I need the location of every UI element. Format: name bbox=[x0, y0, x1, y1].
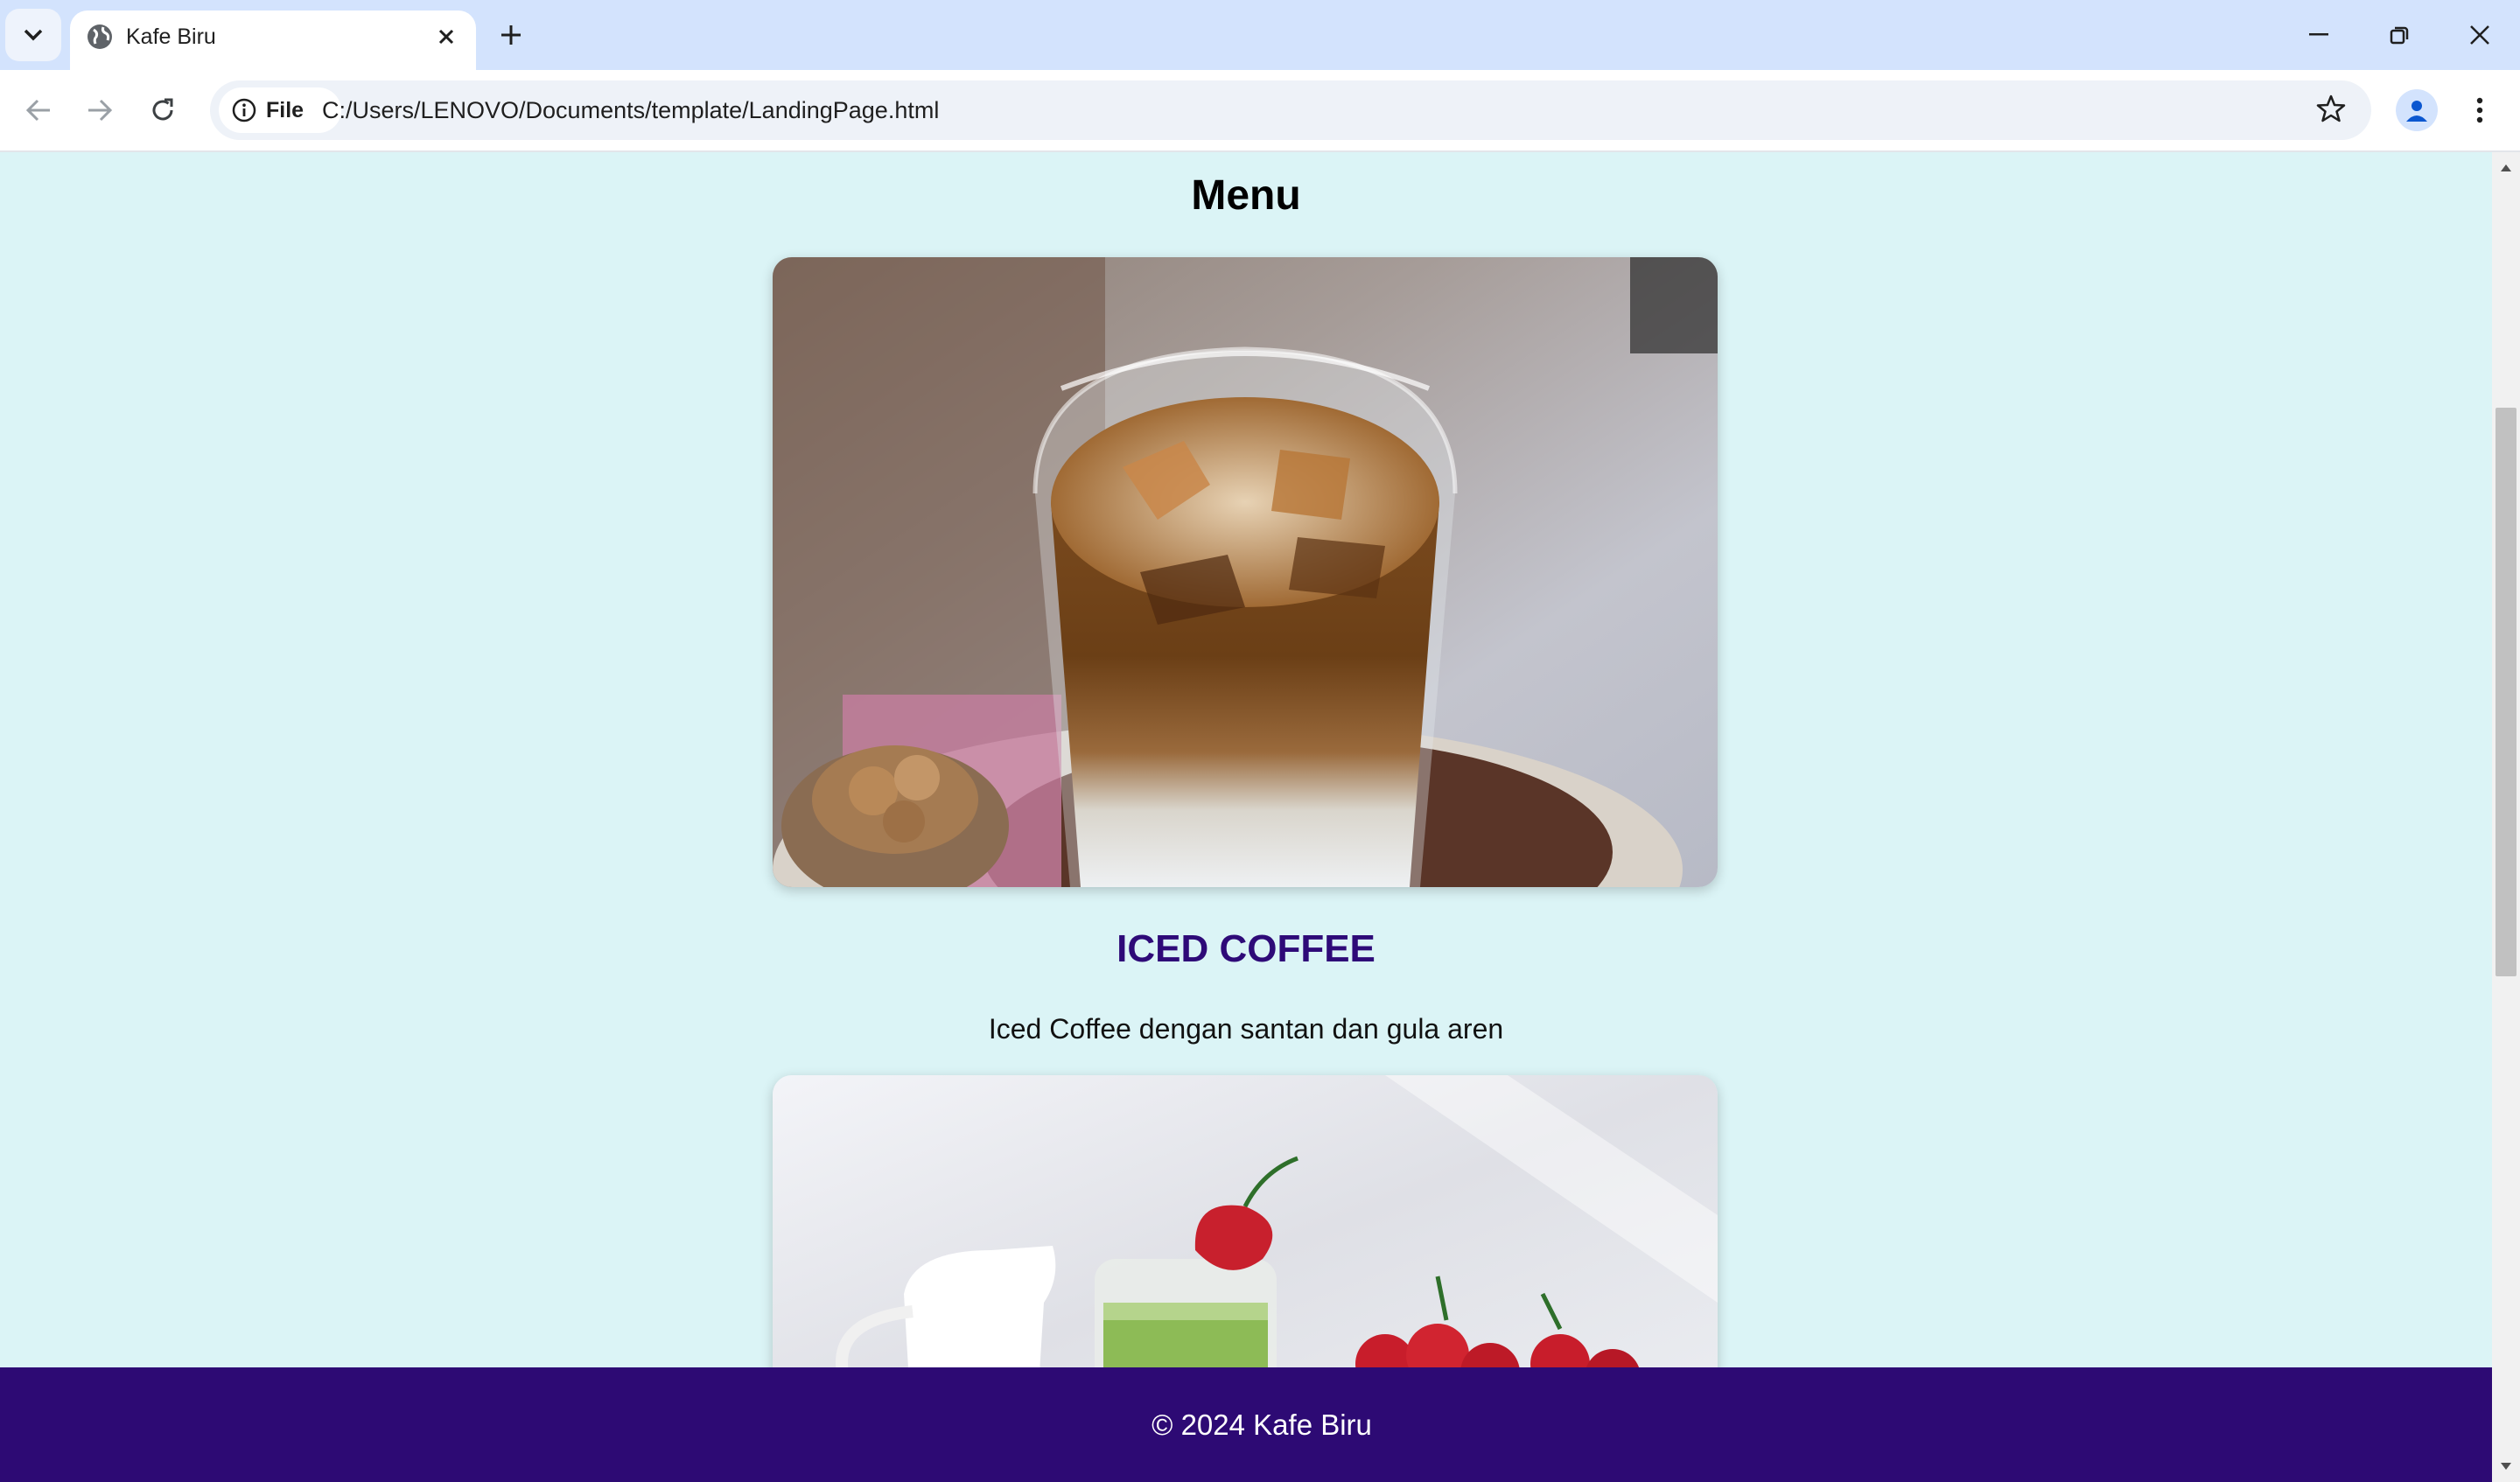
more-vertical-icon bbox=[2476, 97, 2483, 123]
restore-icon bbox=[2390, 26, 2409, 45]
plus-icon bbox=[501, 25, 521, 45]
reload-icon bbox=[152, 98, 173, 121]
reload-button[interactable] bbox=[142, 89, 184, 131]
close-window-button[interactable] bbox=[2454, 12, 2506, 58]
tab-title: Kafe Biru bbox=[126, 24, 216, 49]
close-tab-button[interactable] bbox=[430, 21, 462, 52]
tab-search-button[interactable] bbox=[5, 9, 61, 61]
footer-copyright: © 2024 Kafe Biru bbox=[1152, 1408, 1372, 1441]
browser-toolbar: File C:/Users/LENOVO/Documents/template/… bbox=[0, 70, 2520, 152]
page-viewport: Menu ICED COFFEE Iced Coffee dengan sant… bbox=[0, 152, 2492, 1482]
browser-menu-button[interactable] bbox=[2462, 89, 2497, 131]
star-icon bbox=[2316, 94, 2346, 122]
arrow-right-icon bbox=[88, 99, 113, 122]
page-scrollbar[interactable] bbox=[2492, 152, 2520, 1482]
chevron-down-icon bbox=[24, 29, 43, 41]
forward-button[interactable] bbox=[79, 89, 121, 131]
close-icon bbox=[438, 29, 454, 45]
avatar-icon bbox=[2406, 101, 2427, 122]
url-text[interactable]: C:/Users/LENOVO/Documents/template/Landi… bbox=[322, 96, 939, 124]
scroll-down-arrow-icon[interactable] bbox=[2499, 1459, 2513, 1473]
scroll-up-arrow-icon[interactable] bbox=[2499, 161, 2513, 175]
item-description-iced-coffee: Iced Coffee dengan santan dan gula aren bbox=[988, 1013, 1504, 1045]
close-icon bbox=[2470, 25, 2489, 45]
globe-icon bbox=[88, 24, 112, 49]
new-tab-button[interactable] bbox=[494, 17, 528, 52]
iced-coffee-photo bbox=[773, 257, 1718, 887]
address-bar[interactable]: File C:/Users/LENOVO/Documents/template/… bbox=[210, 80, 2371, 140]
scroll-thumb[interactable] bbox=[2496, 408, 2516, 976]
arrow-left-icon bbox=[25, 99, 50, 122]
tab-strip: Kafe Biru bbox=[0, 0, 2520, 70]
iced-coffee-image bbox=[773, 257, 1718, 887]
restore-button[interactable] bbox=[2373, 12, 2426, 58]
minimize-button[interactable] bbox=[2292, 12, 2345, 58]
profile-button[interactable] bbox=[2396, 89, 2438, 131]
menu-heading: Menu bbox=[1191, 172, 1301, 219]
minimize-icon bbox=[2309, 33, 2328, 36]
info-icon bbox=[232, 98, 256, 122]
active-tab[interactable]: Kafe Biru bbox=[70, 10, 476, 70]
page-footer: © 2024 Kafe Biru bbox=[0, 1367, 2492, 1482]
item-title-iced-coffee: ICED COFFEE bbox=[1116, 927, 1376, 970]
site-chip-label: File bbox=[266, 97, 304, 122]
back-button[interactable] bbox=[18, 89, 60, 131]
bookmark-button[interactable] bbox=[2310, 87, 2352, 129]
